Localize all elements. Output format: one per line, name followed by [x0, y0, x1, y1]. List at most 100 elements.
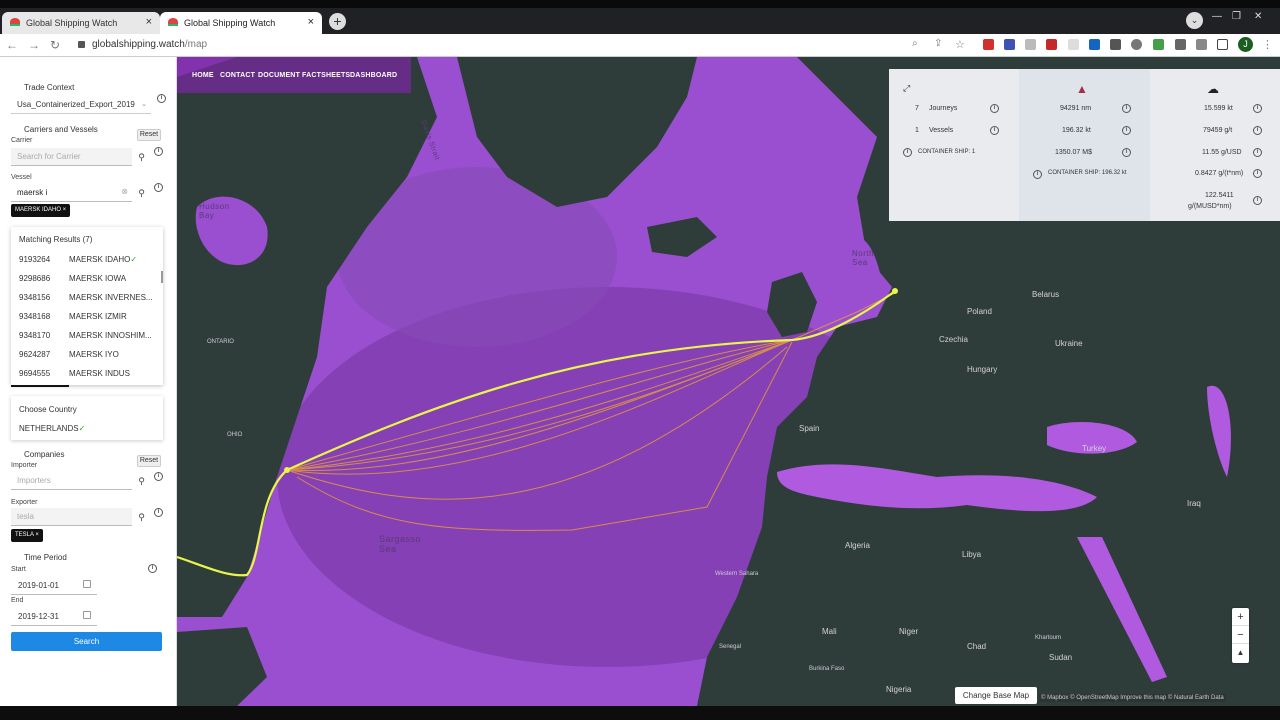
- info-icon[interactable]: i: [1253, 104, 1262, 113]
- search-icon[interactable]: ⚲: [133, 148, 150, 166]
- map-label: Libya: [962, 550, 982, 559]
- port-marker[interactable]: [892, 288, 898, 294]
- close-window-icon[interactable]: ✕: [1254, 11, 1262, 22]
- info-icon[interactable]: i: [148, 564, 157, 573]
- extensions-puzzle-icon[interactable]: [1175, 39, 1186, 50]
- extension-icon[interactable]: [1068, 39, 1079, 50]
- forward-icon[interactable]: →: [28, 38, 40, 52]
- info-icon[interactable]: i: [990, 126, 999, 135]
- selected-exporter-chip[interactable]: TESLA ×: [11, 529, 43, 542]
- extension-icon[interactable]: [1089, 39, 1100, 50]
- extension-icon[interactable]: [983, 39, 994, 50]
- info-icon[interactable]: i: [154, 147, 163, 156]
- extension-icon[interactable]: [1153, 39, 1164, 50]
- share-icon[interactable]: ⇪: [934, 38, 942, 49]
- bookmark-star-icon[interactable]: ☆: [955, 38, 965, 51]
- port-marker[interactable]: [284, 467, 290, 473]
- extension-icon[interactable]: [1004, 39, 1015, 50]
- maximize-icon[interactable]: ❐: [1232, 11, 1241, 22]
- exporter-search-input[interactable]: tesla: [11, 508, 132, 526]
- info-icon[interactable]: i: [154, 508, 163, 517]
- companies-title: Companies: [24, 450, 65, 459]
- info-icon[interactable]: i: [154, 183, 163, 192]
- map-label: Poland: [967, 307, 992, 316]
- side-panel-icon[interactable]: [1217, 39, 1228, 50]
- calendar-icon[interactable]: [83, 611, 91, 619]
- info-icon[interactable]: i: [990, 104, 999, 113]
- calendar-icon[interactable]: [83, 580, 91, 588]
- info-icon[interactable]: i: [1253, 148, 1262, 157]
- list-item[interactable]: 9348168 MAERSK IZMIR: [11, 306, 161, 325]
- vessel-label: Vessel: [11, 174, 32, 181]
- extension-icon[interactable]: [1131, 39, 1142, 50]
- start-label: Start: [11, 566, 26, 573]
- browser-tab-active[interactable]: Global Shipping Watch ×: [160, 12, 322, 34]
- close-tab-icon[interactable]: ×: [146, 16, 152, 28]
- filter-sidebar: Trade Context i Usa_Containerized_Export…: [0, 57, 177, 720]
- trade-context-value: Usa_Containerized_Export_2019: [17, 100, 135, 109]
- start-date-input[interactable]: 2019-01-01: [11, 577, 97, 595]
- list-item[interactable]: 9348170 MAERSK INNOSHIM...: [11, 325, 161, 344]
- minimize-icon[interactable]: —: [1212, 11, 1222, 22]
- zoom-out-button[interactable]: −: [1232, 626, 1249, 644]
- change-base-map-button[interactable]: Change Base Map: [955, 687, 1037, 704]
- map-label: Western Sahara: [715, 571, 759, 577]
- importer-search-input[interactable]: Importers: [11, 472, 132, 490]
- list-item[interactable]: 9694555 MAERSK INDUS: [11, 363, 161, 382]
- map-label: Turkey: [1082, 444, 1107, 453]
- map-label: Iraq: [1187, 499, 1201, 508]
- info-icon[interactable]: i: [903, 148, 912, 157]
- nav-factsheets[interactable]: FACTSHEETS: [302, 72, 350, 79]
- selected-vessel-chip[interactable]: MAERSK IDAHO ×: [11, 204, 71, 217]
- list-item[interactable]: 9624287 MAERSK IYO: [11, 344, 161, 363]
- browser-menu-icon[interactable]: ⋮: [1262, 38, 1273, 51]
- back-icon[interactable]: ←: [6, 38, 18, 52]
- info-icon[interactable]: i: [1253, 126, 1262, 135]
- zoom-in-button[interactable]: +: [1232, 608, 1249, 626]
- list-item[interactable]: 9348156 MAERSK INVERNES...: [11, 287, 161, 306]
- reset-carriers-button[interactable]: Reset: [137, 129, 161, 141]
- extension-icon[interactable]: [1025, 39, 1036, 50]
- zoom-icon[interactable]: ⌕: [912, 38, 918, 49]
- pdf-extension-icon[interactable]: [1046, 39, 1057, 50]
- search-icon[interactable]: ⚲: [133, 472, 150, 490]
- map-label: Ukraine: [1055, 339, 1083, 348]
- info-icon[interactable]: i: [1253, 169, 1262, 178]
- search-button[interactable]: Search: [11, 632, 162, 651]
- reload-icon[interactable]: ↻: [50, 38, 60, 52]
- nav-document[interactable]: DOCUMENT: [258, 72, 300, 79]
- carrier-search-input[interactable]: Search for Carrier: [11, 148, 132, 166]
- map-attribution[interactable]: © Mapbox © OpenStreetMap Improve this ma…: [1039, 694, 1226, 702]
- info-icon[interactable]: i: [1122, 126, 1131, 135]
- nav-contact[interactable]: CONTACT: [220, 72, 255, 79]
- nav-home[interactable]: HOME: [192, 72, 214, 79]
- info-icon[interactable]: i: [1033, 170, 1042, 179]
- shipping-map[interactable]: HOME CONTACT DOCUMENT FACTSHEETS DASHBOA…: [177, 57, 1280, 706]
- scrollbar[interactable]: [161, 271, 163, 283]
- list-item[interactable]: 9193264 MAERSK IDAHO✓: [11, 249, 161, 268]
- info-icon[interactable]: i: [154, 472, 163, 481]
- browser-tab[interactable]: Global Shipping Watch ×: [2, 12, 160, 34]
- close-tab-icon[interactable]: ×: [308, 16, 314, 28]
- nav-dashboard[interactable]: DASHBOARD: [350, 72, 397, 79]
- trade-context-select[interactable]: Usa_Containerized_Export_2019 ⌄: [11, 96, 151, 114]
- profile-avatar[interactable]: J: [1238, 37, 1253, 52]
- end-date-input[interactable]: 2019-12-31: [11, 608, 97, 626]
- list-item[interactable]: 9298686 MAERSK IOWA: [11, 268, 161, 287]
- clear-icon[interactable]: ⊗: [121, 187, 128, 196]
- info-icon[interactable]: i: [1253, 196, 1262, 205]
- vessel-search-input[interactable]: maersk i ⊗: [11, 184, 132, 202]
- tab-search-icon[interactable]: ⌄: [1186, 12, 1203, 29]
- country-option[interactable]: NETHERLANDS✓: [19, 424, 85, 433]
- info-icon[interactable]: i: [1122, 104, 1131, 113]
- compass-icon[interactable]: ▲: [1232, 644, 1249, 662]
- info-icon[interactable]: i: [1122, 148, 1131, 157]
- reset-companies-button[interactable]: Reset: [137, 455, 161, 467]
- info-icon[interactable]: i: [157, 94, 166, 103]
- extension-icon[interactable]: [1196, 39, 1207, 50]
- extension-icon[interactable]: [1110, 39, 1121, 50]
- new-tab-icon[interactable]: +: [329, 13, 346, 30]
- search-icon[interactable]: ⚲: [133, 184, 150, 202]
- search-icon[interactable]: ⚲: [133, 508, 150, 526]
- url-field[interactable]: globalshipping.watch/map: [92, 39, 207, 50]
